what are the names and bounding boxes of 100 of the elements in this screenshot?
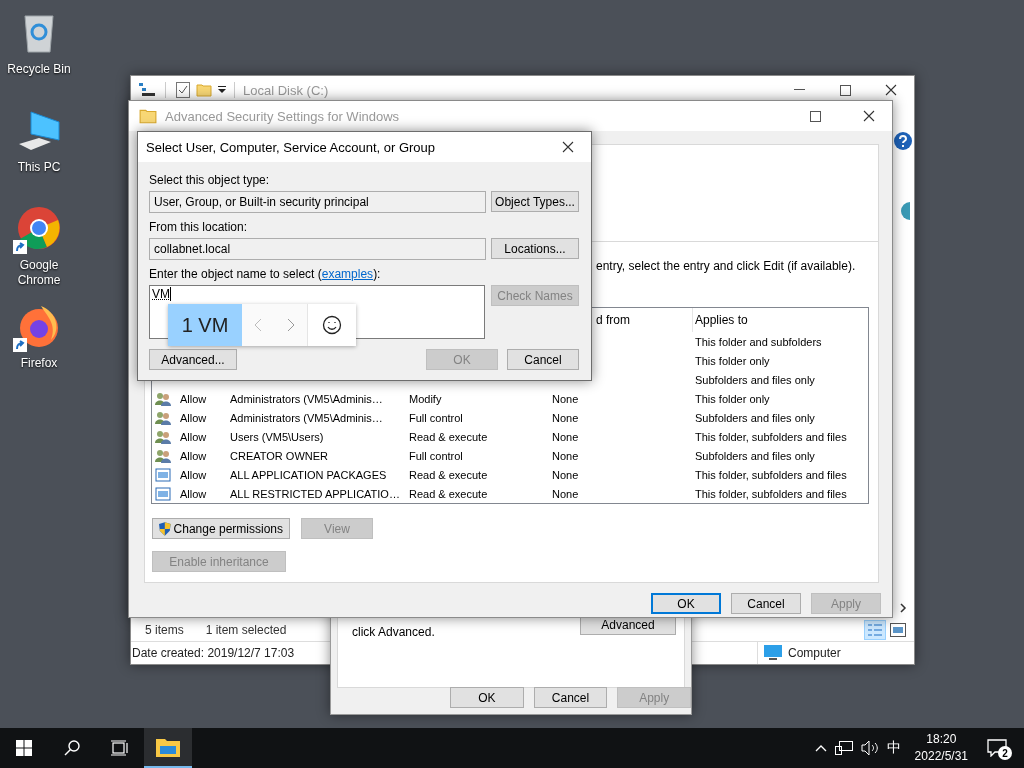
table-cell-text: Full control [408, 411, 464, 424]
table-cell-text: Allow [179, 449, 208, 462]
table-cell-text: Modify [408, 392, 443, 405]
close-icon[interactable] [562, 141, 574, 153]
table-cell-text: This folder only [694, 354, 771, 367]
task-view-icon[interactable] [111, 740, 129, 756]
date-created: Date created: 2019/12/7 17:03 [132, 646, 295, 660]
desktop-icon-label[interactable]: Google Chrome [4, 258, 74, 288]
browser-icon [17, 206, 61, 250]
dialog-button[interactable]: OK [651, 593, 721, 614]
users-icon [155, 428, 171, 445]
change-permissions-button[interactable]: Change permissions [152, 518, 290, 539]
column-header[interactable]: d from [596, 308, 692, 332]
table-cell-text: None [551, 411, 580, 424]
next-icon[interactable] [286, 318, 295, 332]
properties-icon[interactable] [139, 83, 155, 97]
maximize-icon[interactable] [839, 84, 851, 96]
dialog-button[interactable]: Cancel [731, 593, 801, 614]
smiley-icon[interactable] [322, 315, 342, 335]
folder-icon [156, 737, 180, 757]
table-cell-text: Allow [179, 411, 208, 424]
users-icon [155, 390, 171, 407]
browser-icon [17, 304, 61, 348]
instruction-text: entry, select the entry and click Edit (if available). [596, 258, 857, 274]
help-icon[interactable] [894, 132, 912, 150]
folder-icon [139, 107, 157, 125]
table-cell-text: Allow [179, 430, 208, 443]
table-cell-text: Users (VM5\Users) [229, 430, 325, 443]
table-cell-text: None [551, 487, 580, 500]
object-type-field: User, Group, or Built-in security principal [149, 191, 486, 213]
table-cell-text: Full control [408, 449, 464, 462]
table-cell-text: Read & execute [408, 430, 489, 443]
table-cell-text: Read & execute [408, 487, 489, 500]
notification-button[interactable]: 2 [982, 733, 1012, 763]
table-cell-text: None [551, 449, 580, 462]
chevron-up-icon[interactable] [814, 744, 827, 752]
field-label: Enter the object name to select (examples): [149, 267, 382, 281]
network-icon[interactable] [834, 740, 853, 756]
column-header[interactable]: Applies to [692, 308, 868, 332]
search-icon[interactable] [64, 740, 80, 756]
selection-count: 1 item selected [205, 623, 287, 637]
folder-icon [196, 82, 212, 98]
field-label: From this location: [149, 220, 249, 234]
message-icon [987, 739, 1007, 757]
close-icon[interactable] [885, 84, 897, 96]
table-cell-text: This folder, subfolders and files [694, 487, 848, 500]
dialog-button[interactable]: OK [450, 687, 524, 708]
field-label: Select this object type: [149, 173, 271, 187]
table-cell-text: CREATOR OWNER [229, 449, 329, 462]
table-cell-text: Subfolders and files only [694, 373, 816, 386]
desktop-icon-label[interactable]: Recycle Bin [4, 62, 74, 77]
location-label: Computer [788, 646, 841, 660]
table-cell-text: Allow [179, 487, 208, 500]
table-cell-text: Allow [179, 392, 208, 405]
table-cell-text: This folder, subfolders and files [694, 430, 848, 443]
table-cell-text: Allow [179, 468, 208, 481]
ime-candidate[interactable]: 1 VM [168, 304, 242, 346]
table-cell-text: Subfolders and files only [694, 411, 816, 424]
table-cell-text: None [551, 392, 580, 405]
table-cell-text: This folder, subfolders and files [694, 468, 848, 481]
minimize-icon[interactable] [793, 89, 805, 91]
scroll-right-icon[interactable] [899, 603, 907, 613]
table-cell-text: This folder only [694, 392, 771, 405]
advanced-hint: click Advanced. [352, 625, 435, 639]
thumbnail-view-icon[interactable] [890, 623, 906, 637]
input-indicator[interactable]: 中 [886, 739, 901, 757]
examples-link[interactable]: examples [321, 267, 374, 281]
checklist-icon[interactable] [176, 82, 190, 98]
windows-start-icon[interactable] [16, 740, 32, 756]
volume-icon[interactable] [860, 740, 879, 756]
desktop-icon-label[interactable]: Firefox [4, 356, 74, 371]
monitor-icon [764, 645, 782, 661]
taskbar-app[interactable] [144, 728, 192, 768]
clock[interactable]: 18:20 2022/5/31 [914, 731, 968, 765]
window-title: Local Disk (C:) [243, 82, 329, 98]
object-types-button[interactable]: Object Types... [491, 191, 579, 212]
advanced-button[interactable]: Advanced... [149, 349, 237, 370]
table-cell-text: ALL RESTRICTED APPLICATIO… [229, 487, 401, 500]
cancel-button[interactable]: Cancel [507, 349, 579, 370]
notification-badge: 2 [998, 746, 1012, 760]
dialog-title: Select User, Computer, Service Account, or Group [146, 139, 436, 155]
users-icon [155, 409, 171, 426]
clock-time: 18:20 [926, 731, 957, 748]
locations-button[interactable]: Locations... [491, 238, 579, 259]
dialog-button[interactable]: Cancel [533, 687, 608, 708]
package-icon [155, 485, 171, 502]
maximize-icon[interactable] [809, 110, 821, 122]
table-cell-text: Subfolders and files only [694, 449, 816, 462]
package-icon [155, 466, 171, 483]
item-count: 5 items [145, 623, 184, 637]
desktop-icon-label[interactable]: This PC [4, 160, 74, 175]
close-icon[interactable] [863, 110, 875, 122]
window-title: Advanced Security Settings for Windows [165, 108, 400, 124]
users-icon [155, 447, 171, 464]
shield-icon [159, 520, 171, 537]
table-cell-text: None [551, 430, 580, 443]
clock-date: 2022/5/31 [914, 748, 968, 765]
computer-icon [17, 108, 61, 152]
location-field: collabnet.local [149, 238, 486, 260]
dropdown-icon[interactable] [218, 86, 226, 94]
